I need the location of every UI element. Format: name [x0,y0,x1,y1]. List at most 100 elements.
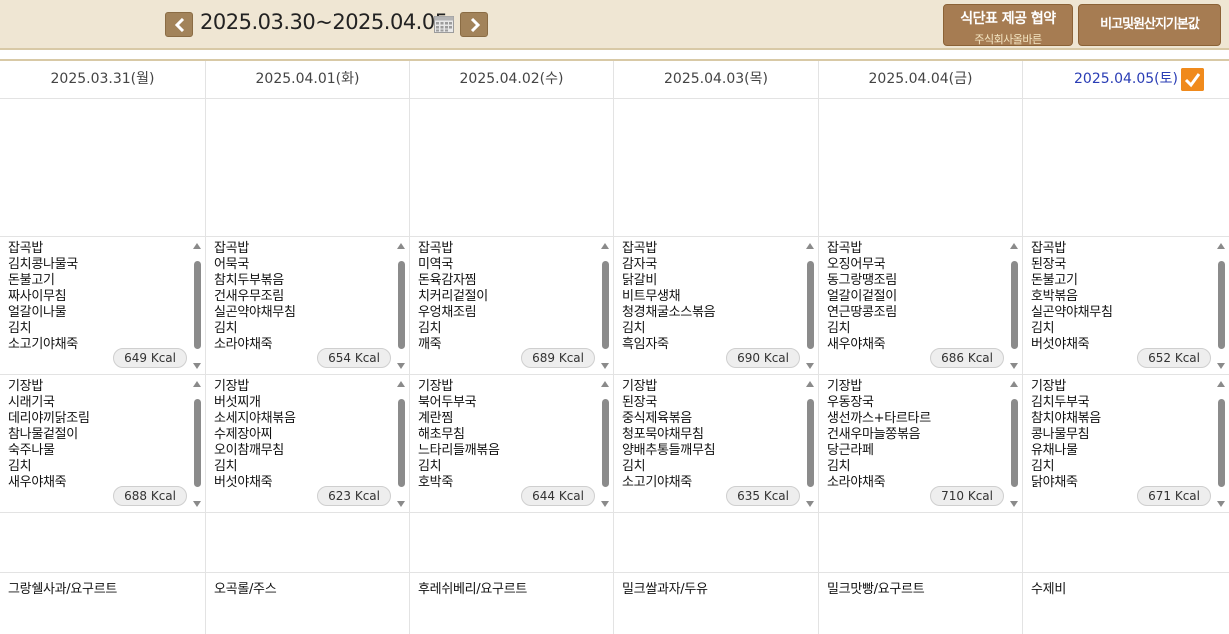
scrollbar[interactable] [1010,243,1019,369]
scroll-thumb[interactable] [807,399,814,487]
scrollbar[interactable] [397,243,406,369]
menu-item: 건새우마늘쫑볶음 [827,427,921,442]
scroll-down-icon[interactable] [193,501,201,507]
scroll-down-icon[interactable] [1010,363,1018,369]
scroll-down-icon[interactable] [806,501,814,507]
scroll-thumb[interactable] [194,399,201,487]
calendar-icon[interactable] [434,16,454,33]
scroll-up-icon[interactable] [193,243,201,249]
menu-item: 실곤약야채무침 [1031,305,1113,320]
scroll-down-icon[interactable] [601,501,609,507]
breakfast-cell [614,99,818,237]
menu-item: 느타리들깨볶음 [418,443,500,458]
menu-item: 김치 [8,459,32,474]
menu-item: 김치 [214,321,238,336]
scroll-thumb[interactable] [1011,399,1018,487]
scroll-up-icon[interactable] [806,243,814,249]
scroll-thumb[interactable] [398,399,405,487]
scrollbar[interactable] [193,381,202,507]
menu-item: 된장국 [1031,257,1066,272]
meal-calendar: 2025.03.31(월) 잡곡밥 김치콩나물국 돈불고기 짜사이무침 얼갈이나물 김치 소… [0,59,1229,634]
scroll-down-icon[interactable] [397,501,405,507]
menu-item: 소세지야채볶음 [214,411,296,426]
menu-item: 오이참깨무침 [214,443,284,458]
dinner-cell[interactable]: 기장밥 된장국 중식제육볶음 청포묵야채무침 양배추통들깨무침 김치 소고기야채죽 635 … [614,375,818,513]
scrollbar[interactable] [1010,381,1019,507]
scroll-up-icon[interactable] [397,381,405,387]
breakfast-cell [0,99,205,237]
menu-item: 시래기국 [8,395,55,410]
scroll-up-icon[interactable] [1217,381,1225,387]
scroll-up-icon[interactable] [193,381,201,387]
dinner-cell[interactable]: 기장밥 김치두부국 참치야채볶음 콩나물무침 유채나물 김치 닭야채죽 671 Kcal [1023,375,1229,513]
scroll-down-icon[interactable] [1217,501,1225,507]
lunch-cell[interactable]: 잡곡밥 된장국 돈불고기 호박볶음 실곤약야채무침 김치 버섯야채죽 652 Kcal [1023,237,1229,375]
dinner-cell[interactable]: 기장밥 버섯찌개 소세지야채볶음 수제장아찌 오이참깨무침 김치 버섯야채죽 623 Kca… [206,375,409,513]
scrollbar[interactable] [806,381,815,507]
menu-item: 감자국 [622,257,657,272]
scrollbar[interactable] [397,381,406,507]
kcal-badge: 635 Kcal [726,486,800,506]
lunch-cell[interactable]: 잡곡밥 감자국 닭갈비 비트무생채 청경채굴소스볶음 김치 흑임자죽 690 Kcal [614,237,818,375]
menu-item: 된장국 [622,395,657,410]
scroll-up-icon[interactable] [601,381,609,387]
snack-cell: 오곡롤/주스 [214,582,277,597]
menu-item: 짜사이무침 [8,289,67,304]
day-header: 2025.03.31(월) [0,61,205,99]
origin-defaults-button[interactable]: 비고및원산지기본값 [1078,4,1221,46]
scrollbar[interactable] [1217,243,1226,369]
menu-item: 실곤약야채무침 [214,305,296,320]
menu-agreement-button[interactable]: 식단표 제공 협약 주식회사올바른 [943,4,1073,46]
scroll-up-icon[interactable] [1217,243,1225,249]
scrollbar[interactable] [806,243,815,369]
empty-row [1023,513,1229,573]
menu-item: 유채나물 [1031,443,1078,458]
scroll-up-icon[interactable] [397,243,405,249]
scrollbar[interactable] [601,381,610,507]
scroll-thumb[interactable] [1218,261,1225,349]
menu-item: 기장밥 [1031,379,1066,394]
kcal-badge: 686 Kcal [930,348,1004,368]
scrollbar[interactable] [601,243,610,369]
menu-item: 잡곡밥 [1031,241,1066,256]
scroll-thumb[interactable] [1218,399,1225,487]
lunch-cell[interactable]: 잡곡밥 오징어무국 동그랑땡조림 얼갈이겉절이 연근땅콩조림 김치 새우야채죽 686 Kc… [819,237,1022,375]
menu-item: 청경채굴소스볶음 [622,305,716,320]
scroll-up-icon[interactable] [806,381,814,387]
kcal-badge: 671 Kcal [1137,486,1211,506]
menu-agreement-title: 식단표 제공 협약 [960,11,1056,27]
scrollbar[interactable] [193,243,202,369]
scroll-down-icon[interactable] [193,363,201,369]
scroll-thumb[interactable] [1011,261,1018,349]
menu-item: 계란찜 [418,411,453,426]
empty-row [0,513,205,573]
scroll-down-icon[interactable] [1010,501,1018,507]
scroll-thumb[interactable] [602,399,609,487]
lunch-cell[interactable]: 잡곡밥 어묵국 참치두부볶음 건새우무조림 실곤약야채무침 김치 소라야채죽 654 Kca… [206,237,409,375]
dinner-cell[interactable]: 기장밥 시래기국 데리야끼닭조림 참나물겉절이 숙주나물 김치 새우야채죽 688 Kcal [0,375,205,513]
scroll-down-icon[interactable] [397,363,405,369]
scrollbar[interactable] [1217,381,1226,507]
scroll-up-icon[interactable] [1010,243,1018,249]
day-header: 2025.04.03(목) [614,61,818,99]
next-week-button[interactable] [460,12,488,37]
scroll-down-icon[interactable] [1217,363,1225,369]
scroll-up-icon[interactable] [1010,381,1018,387]
menu-item: 얼갈이나물 [8,305,67,320]
scroll-thumb[interactable] [398,261,405,349]
prev-week-button[interactable] [165,12,193,37]
scroll-down-icon[interactable] [601,363,609,369]
scroll-thumb[interactable] [807,261,814,349]
menu-item: 숙주나물 [8,443,55,458]
lunch-cell[interactable]: 잡곡밥 김치콩나물국 돈불고기 짜사이무침 얼갈이나물 김치 소고기야채죽 649 Kcal [0,237,205,375]
scroll-up-icon[interactable] [601,243,609,249]
scroll-down-icon[interactable] [806,363,814,369]
menu-item: 기장밥 [8,379,43,394]
scroll-thumb[interactable] [194,261,201,349]
checkbox-checked-icon[interactable] [1181,68,1204,91]
dinner-cell[interactable]: 기장밥 북어두부국 계란찜 해초무침 느타리들깨볶음 김치 호박죽 644 Kcal [410,375,613,513]
lunch-cell[interactable]: 잡곡밥 미역국 돈육감자찜 치커리겉절이 우엉채조림 김치 깨죽 689 Kcal [410,237,613,375]
menu-item: 김치 [1031,459,1055,474]
scroll-thumb[interactable] [602,261,609,349]
dinner-cell[interactable]: 기장밥 우동장국 생선까스+타르타르 건새우마늘쫑볶음 당근라페 김치 소라야채죽 710 … [819,375,1022,513]
